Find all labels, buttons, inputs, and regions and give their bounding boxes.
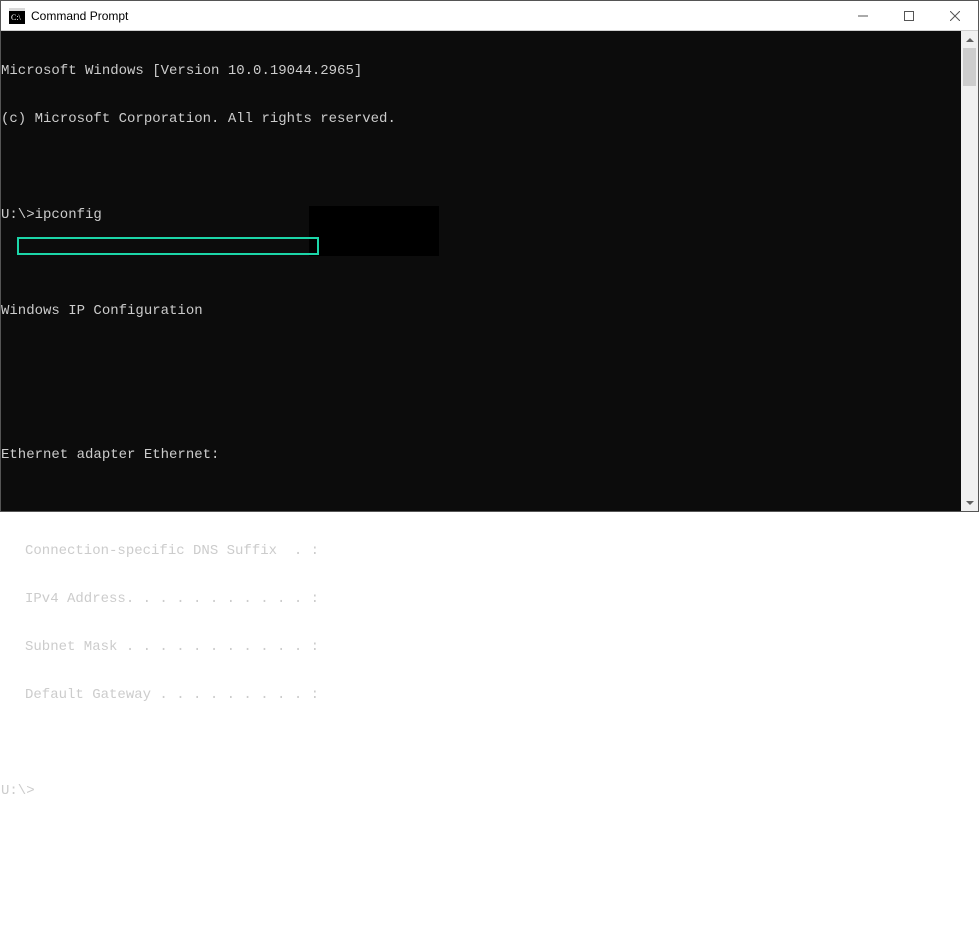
output-line: Connection-specific DNS Suffix . : [1,543,961,559]
output-line [1,495,961,511]
output-line [1,255,961,271]
maximize-button[interactable] [886,1,932,31]
prompt-line: U:\>ipconfig [1,207,961,223]
scroll-down-button[interactable] [961,494,978,511]
svg-text:C:\: C:\ [11,13,22,22]
cmd-icon: C:\ [9,8,25,24]
prompt-line: U:\> [1,783,961,799]
output-line: Microsoft Windows [Version 10.0.19044.29… [1,63,961,79]
output-line [1,735,961,751]
output-line-subnet: Subnet Mask . . . . . . . . . . . : [1,639,961,655]
output-line [1,159,961,175]
gateway-highlight [17,237,319,255]
output-line-ipv4: IPv4 Address. . . . . . . . . . . : [1,591,961,607]
output-line: Ethernet adapter Ethernet: [1,447,961,463]
output-line [1,399,961,415]
close-button[interactable] [932,1,978,31]
vertical-scrollbar[interactable] [961,31,978,511]
window-title: Command Prompt [31,9,128,23]
scroll-up-button[interactable] [961,31,978,48]
output-line: (c) Microsoft Corporation. All rights re… [1,111,961,127]
output-line: Windows IP Configuration [1,303,961,319]
window-titlebar[interactable]: C:\ Command Prompt [1,1,978,31]
minimize-button[interactable] [840,1,886,31]
console-area: Microsoft Windows [Version 10.0.19044.29… [1,31,978,511]
terminal-output[interactable]: Microsoft Windows [Version 10.0.19044.29… [1,31,961,511]
scroll-thumb[interactable] [963,48,976,86]
output-line [1,351,961,367]
output-line-gateway: Default Gateway . . . . . . . . . : [1,687,961,703]
